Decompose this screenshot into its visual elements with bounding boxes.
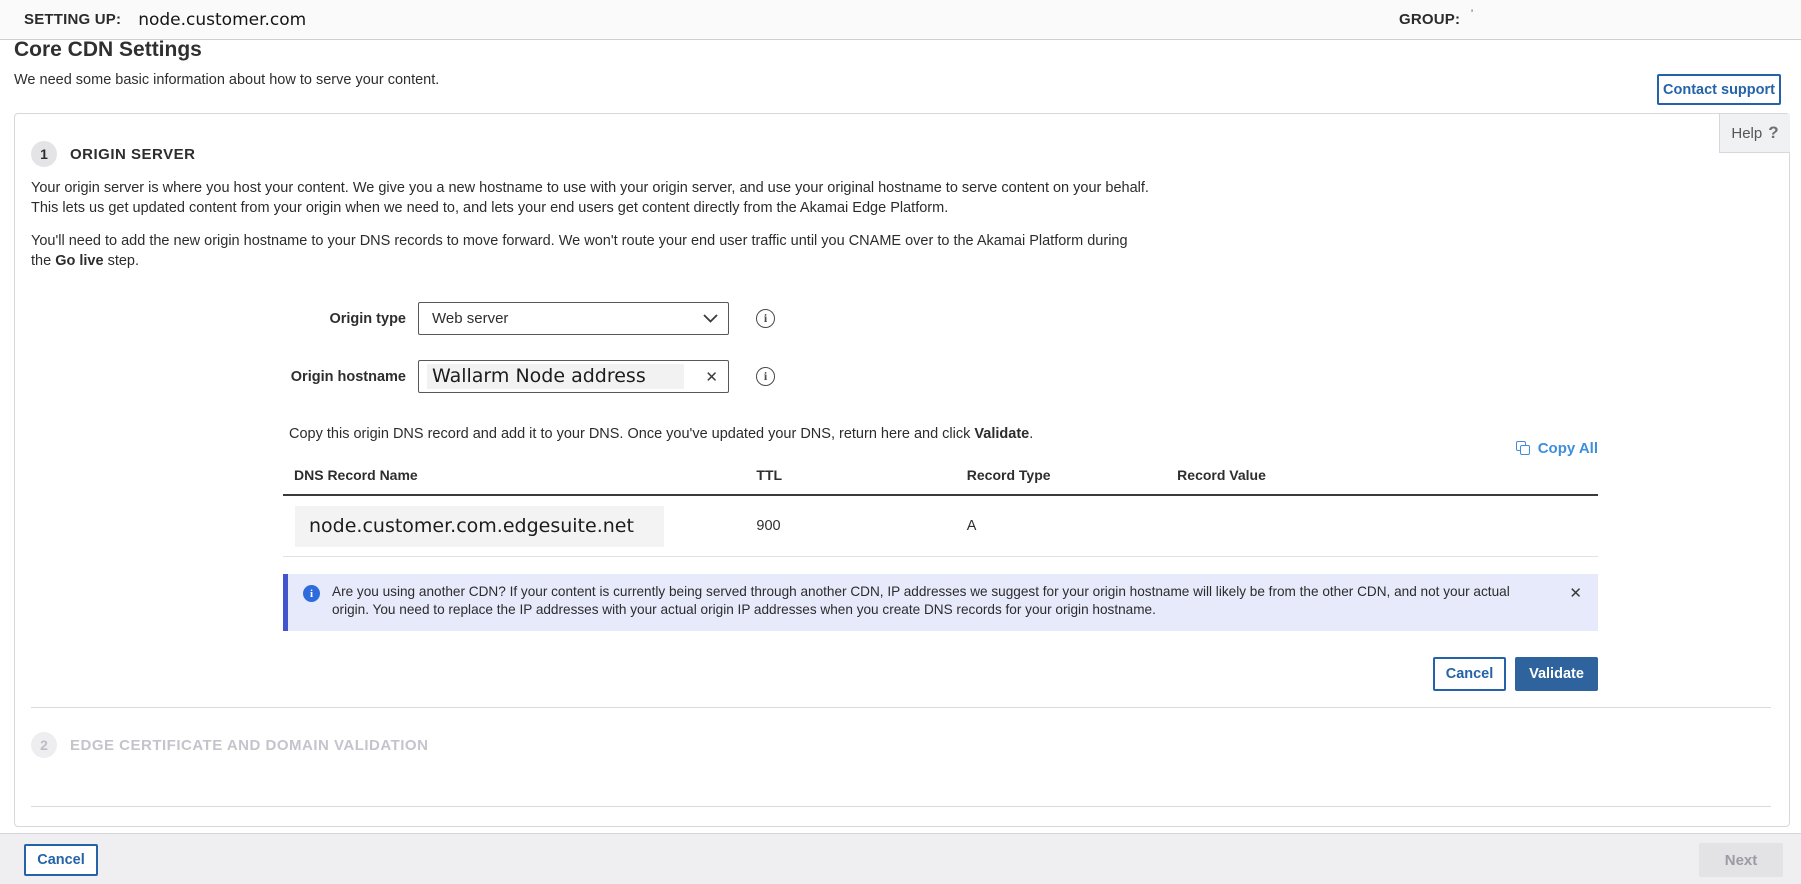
column-header-dns-record-name: DNS Record Name — [283, 467, 756, 483]
paragraph-text: step. — [104, 253, 139, 269]
step2-title: EDGE CERTIFICATE AND DOMAIN VALIDATION — [70, 737, 428, 754]
dns-instructions-paragraph: You'll need to add the new origin hostna… — [31, 231, 1149, 271]
footer-cancel-button[interactable]: Cancel — [24, 844, 98, 876]
copy-icon — [1516, 441, 1531, 456]
step1-number-badge: 1 — [31, 141, 57, 167]
origin-server-description: Your origin server is where you host you… — [31, 178, 1149, 218]
cancel-button[interactable]: Cancel — [1433, 657, 1506, 691]
paragraph-text: You'll need to add the new origin hostna… — [31, 233, 1128, 269]
dns-record-name-value: node.customer.com.edgesuite.net — [295, 506, 664, 547]
dns-records-table: DNS Record Name TTL Record Type Record V… — [283, 456, 1598, 557]
validate-button[interactable]: Validate — [1515, 657, 1598, 691]
chevron-down-icon — [703, 314, 718, 323]
close-icon[interactable]: ✕ — [1569, 584, 1582, 602]
instruction-text: . — [1029, 426, 1033, 442]
step1-header: 1 ORIGIN SERVER — [31, 141, 1773, 167]
dns-record-section: Copy this origin DNS record and add it t… — [283, 426, 1598, 691]
help-label: Help — [1731, 125, 1762, 142]
origin-hostname-value: Wallarm Node address — [427, 364, 684, 389]
section-divider — [31, 707, 1771, 708]
core-cdn-settings-panel: 1 ORIGIN SERVER Your origin server is wh… — [14, 113, 1790, 827]
copy-all-button[interactable]: Copy All — [1516, 440, 1598, 457]
footer-bar: Cancel Next — [0, 833, 1801, 884]
column-header-ttl: TTL — [756, 467, 966, 483]
banner-text: Are you using another CDN? If your conte… — [320, 574, 1550, 631]
info-icon[interactable]: i — [756, 367, 775, 386]
column-header-record-type: Record Type — [967, 467, 1177, 483]
step2-header: 2 EDGE CERTIFICATE AND DOMAIN VALIDATION — [31, 732, 1773, 758]
table-row: node.customer.com.edgesuite.net 900 A — [283, 496, 1598, 557]
top-bar: SETTING UP: node.customer.com GROUP: ' — [0, 0, 1801, 40]
group-label: GROUP: — [1399, 11, 1460, 28]
contact-support-button[interactable]: Contact support — [1657, 74, 1781, 105]
validate-bold-text: Validate — [974, 426, 1029, 442]
origin-type-select[interactable]: Web server — [418, 302, 729, 335]
origin-type-row: Origin type Web server i — [31, 302, 1773, 335]
copy-all-label: Copy All — [1538, 440, 1598, 457]
origin-hostname-input[interactable]: Wallarm Node address ✕ — [418, 360, 729, 393]
site-name: node.customer.com — [138, 10, 306, 30]
group-value: ' — [1471, 8, 1473, 20]
page-title: Core CDN Settings — [14, 38, 202, 62]
cdn-info-banner: i Are you using another CDN? If your con… — [283, 574, 1598, 631]
step2-number-badge: 2 — [31, 732, 57, 758]
next-button[interactable]: Next — [1699, 843, 1783, 877]
go-live-bold-text: Go live — [55, 253, 103, 269]
copy-instruction: Copy this origin DNS record and add it t… — [283, 426, 1598, 442]
table-header-row: DNS Record Name TTL Record Type Record V… — [283, 456, 1598, 496]
step1-title: ORIGIN SERVER — [70, 146, 195, 163]
origin-type-selected-value: Web server — [432, 310, 508, 327]
ttl-cell: 900 — [756, 518, 966, 534]
info-icon[interactable]: i — [756, 309, 775, 328]
question-mark-icon: ? — [1768, 123, 1778, 143]
dns-record-name-cell: node.customer.com.edgesuite.net — [283, 506, 756, 547]
origin-type-label: Origin type — [31, 311, 406, 327]
origin-hostname-label: Origin hostname — [31, 369, 406, 385]
page-subtitle: We need some basic information about how… — [14, 72, 439, 88]
help-tab[interactable]: Help ? — [1719, 114, 1790, 153]
setting-up-label: SETTING UP: — [24, 11, 121, 28]
origin-hostname-row: Origin hostname Wallarm Node address ✕ i — [31, 360, 1773, 393]
clear-input-icon[interactable]: ✕ — [705, 368, 718, 386]
section-divider — [31, 806, 1771, 807]
column-header-record-value: Record Value — [1177, 467, 1598, 483]
record-type-cell: A — [967, 518, 1177, 534]
step1-actions: Cancel Validate — [283, 657, 1598, 691]
info-icon: i — [303, 585, 320, 602]
instruction-text: Copy this origin DNS record and add it t… — [289, 426, 974, 442]
